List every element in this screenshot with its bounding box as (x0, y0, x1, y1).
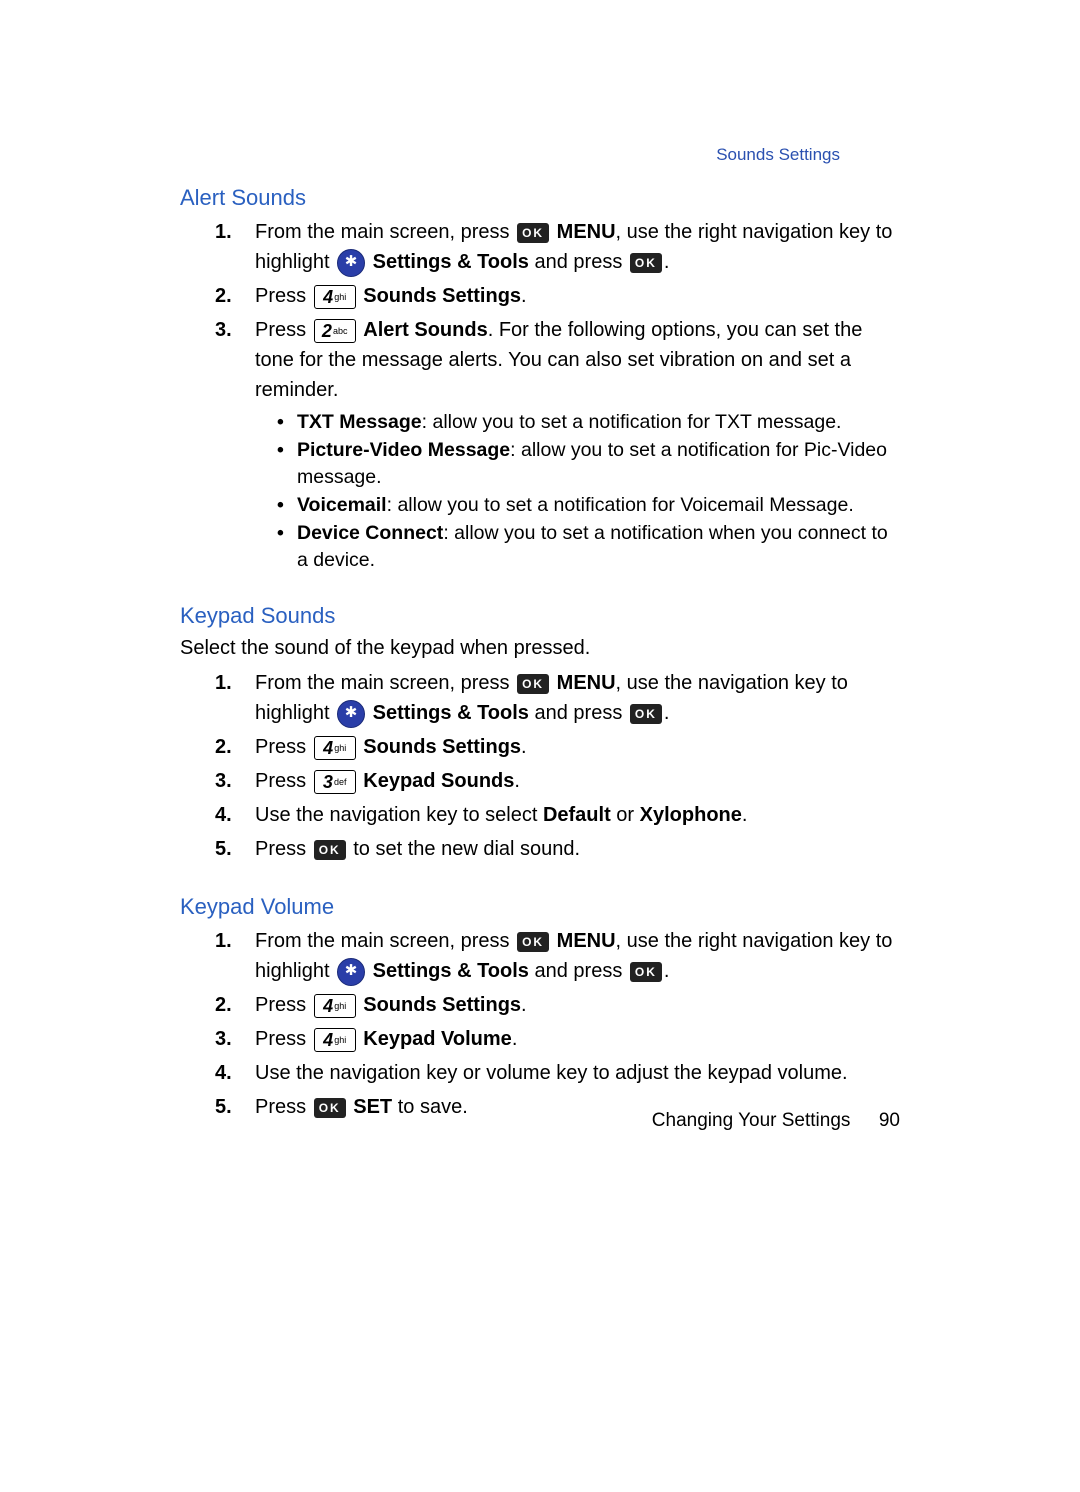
text: Press (255, 736, 312, 758)
step-2: Press 4ghi Sounds Settings. (235, 990, 900, 1020)
step-5: Press OK to set the new dial sound. (235, 834, 900, 864)
steps-keypad-sounds: From the main screen, press OK MENU, use… (235, 668, 900, 864)
page-footer: Changing Your Settings 90 (180, 1110, 900, 1132)
steps-alert-sounds: From the main screen, press OK MENU, use… (235, 217, 900, 573)
ok-key-icon: OK (630, 962, 662, 982)
footer-section-name: Changing Your Settings (652, 1110, 851, 1131)
device-connect-label: Device Connect (297, 522, 443, 544)
txt-message-label: TXT Message (297, 411, 422, 433)
text: From the main screen, press (255, 930, 515, 952)
settings-tools-label: Settings & Tools (373, 251, 529, 273)
text: and press (529, 702, 628, 724)
alert-options-list: TXT Message: allow you to set a notifica… (283, 409, 900, 573)
key-2-icon: 2abc (314, 319, 356, 343)
settings-tools-icon: ✱ (337, 700, 365, 728)
text: Press (255, 285, 312, 307)
key-4-icon: 4ghi (314, 1028, 356, 1052)
keypad-sounds-label: Keypad Sounds (363, 770, 514, 792)
key-3-icon: 3def (314, 770, 356, 794)
settings-tools-label: Settings & Tools (373, 960, 529, 982)
text: and press (529, 960, 628, 982)
text: . (742, 804, 748, 826)
text: From the main screen, press (255, 221, 515, 243)
text: Press (255, 770, 312, 792)
sounds-settings-label: Sounds Settings (363, 736, 521, 758)
text: . (664, 702, 670, 724)
ok-key-icon: OK (517, 674, 549, 694)
ok-key-icon: OK (630, 253, 662, 273)
list-item: Picture-Video Message: allow you to set … (283, 437, 900, 490)
text: . (514, 770, 520, 792)
text: . (664, 251, 670, 273)
text: : allow you to set a notification for Vo… (387, 494, 854, 516)
text: . (664, 960, 670, 982)
step-3: Press 4ghi Keypad Volume. (235, 1024, 900, 1054)
xylophone-label: Xylophone (640, 804, 742, 826)
manual-page: Sounds Settings Alert Sounds From the ma… (180, 145, 900, 1126)
text: and press (529, 251, 628, 273)
text: Press (255, 319, 312, 341)
step-3: Press 2abc Alert Sounds. For the followi… (235, 315, 900, 573)
alert-sounds-label: Alert Sounds (363, 319, 487, 341)
list-item: TXT Message: allow you to set a notifica… (283, 409, 900, 435)
menu-label: MENU (557, 930, 616, 952)
text: . (521, 736, 527, 758)
text: Use the navigation key to select (255, 804, 543, 826)
sounds-settings-label: Sounds Settings (363, 994, 521, 1016)
ok-key-icon: OK (517, 223, 549, 243)
menu-label: MENU (557, 672, 616, 694)
text: . (521, 994, 527, 1016)
text: Press (255, 994, 312, 1016)
text: Use the navigation key or volume key to … (255, 1062, 848, 1084)
section-title-keypad-sounds: Keypad Sounds (180, 603, 900, 629)
page-number: 90 (879, 1110, 900, 1131)
text: Press (255, 1028, 312, 1050)
steps-keypad-volume: From the main screen, press OK MENU, use… (235, 926, 900, 1122)
list-item: Voicemail: allow you to set a notificati… (283, 492, 900, 518)
step-2: Press 4ghi Sounds Settings. (235, 732, 900, 762)
key-4-icon: 4ghi (314, 736, 356, 760)
voicemail-label: Voicemail (297, 494, 387, 516)
step-4: Use the navigation key to select Default… (235, 800, 900, 830)
text: . (521, 285, 527, 307)
text: From the main screen, press (255, 672, 515, 694)
text: or (611, 804, 640, 826)
step-1: From the main screen, press OK MENU, use… (235, 668, 900, 728)
key-4-icon: 4ghi (314, 994, 356, 1018)
section-title-keypad-volume: Keypad Volume (180, 894, 900, 920)
text: . (512, 1028, 518, 1050)
settings-tools-icon: ✱ (337, 249, 365, 277)
sounds-settings-label: Sounds Settings (363, 285, 521, 307)
section-title-alert-sounds: Alert Sounds (180, 185, 900, 211)
keypad-sounds-lead: Select the sound of the keypad when pres… (180, 635, 900, 662)
settings-tools-icon: ✱ (337, 958, 365, 986)
step-2: Press 4ghi Sounds Settings. (235, 281, 900, 311)
list-item: Device Connect: allow you to set a notif… (283, 520, 900, 573)
step-1: From the main screen, press OK MENU, use… (235, 217, 900, 277)
ok-key-icon: OK (314, 840, 346, 860)
key-4-icon: 4ghi (314, 285, 356, 309)
default-label: Default (543, 804, 611, 826)
ok-key-icon: OK (517, 932, 549, 952)
text: Press (255, 838, 312, 860)
step-4: Use the navigation key or volume key to … (235, 1058, 900, 1088)
picture-video-label: Picture-Video Message (297, 439, 510, 461)
step-1: From the main screen, press OK MENU, use… (235, 926, 900, 986)
text: to set the new dial sound. (353, 838, 580, 860)
header-section-link[interactable]: Sounds Settings (716, 145, 840, 165)
ok-key-icon: OK (630, 704, 662, 724)
text: : allow you to set a notification for TX… (422, 411, 842, 433)
keypad-volume-label: Keypad Volume (363, 1028, 512, 1050)
menu-label: MENU (557, 221, 616, 243)
settings-tools-label: Settings & Tools (373, 702, 529, 724)
step-3: Press 3def Keypad Sounds. (235, 766, 900, 796)
